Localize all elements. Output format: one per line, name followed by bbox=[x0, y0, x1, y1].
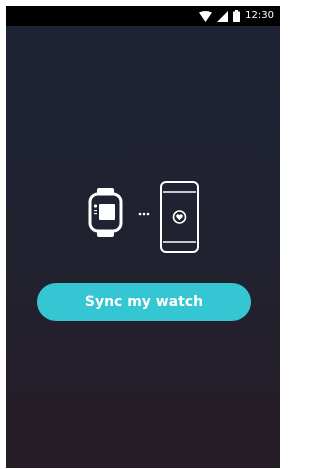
phone-heart-icon bbox=[160, 181, 199, 253]
sync-screen: 12:30 Sync my watch bbox=[6, 6, 280, 468]
status-time: 12:30 bbox=[245, 10, 274, 21]
battery-icon bbox=[233, 10, 241, 22]
smartwatch-icon bbox=[88, 188, 123, 237]
status-bar: 12:30 bbox=[6, 6, 280, 26]
signal-icon bbox=[217, 10, 229, 22]
sync-watch-button[interactable]: Sync my watch bbox=[37, 283, 251, 321]
status-icons: 12:30 bbox=[199, 9, 274, 23]
sync-dots-icon bbox=[138, 212, 150, 216]
sync-illustration bbox=[84, 178, 204, 258]
wifi-icon bbox=[199, 10, 213, 22]
sync-watch-button-label: Sync my watch bbox=[84, 294, 204, 310]
